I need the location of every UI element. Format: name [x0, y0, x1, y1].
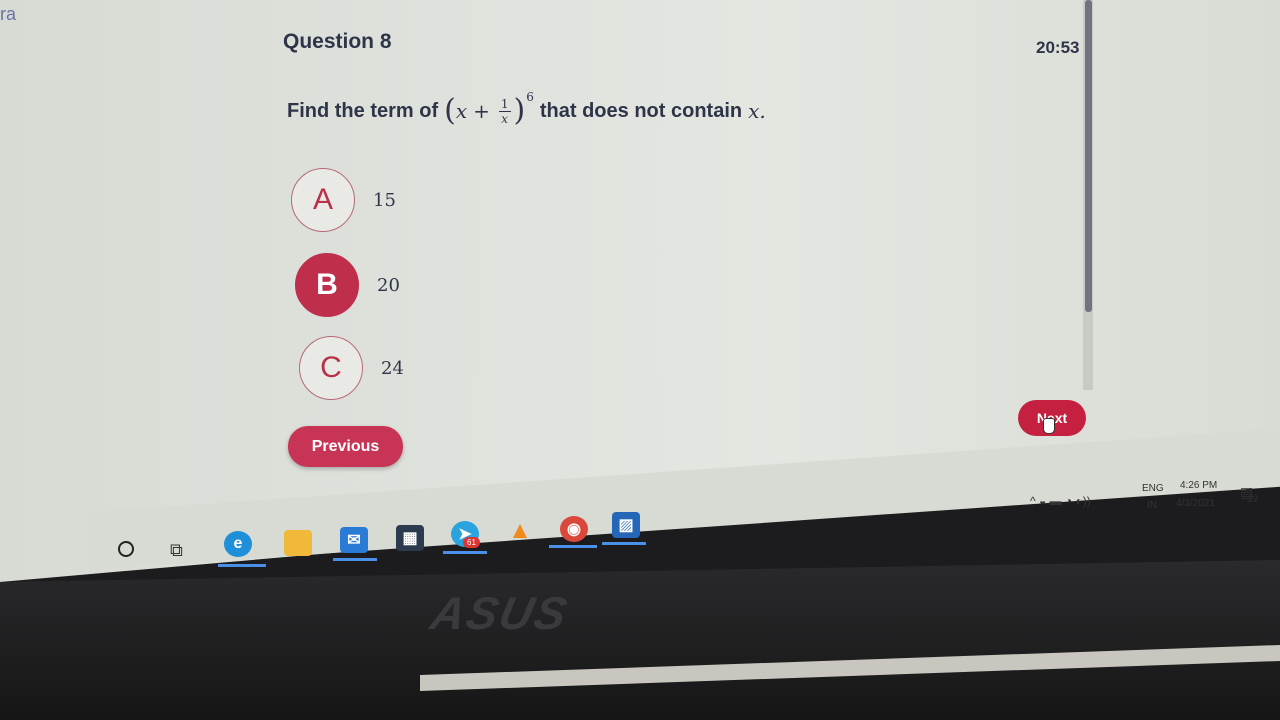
question-prefix: Find the term of	[287, 99, 439, 122]
question-variable: x.	[748, 99, 766, 123]
photos-active-indicator	[602, 542, 646, 545]
hand-cursor-icon	[1043, 418, 1055, 434]
file-explorer-icon[interactable]	[284, 530, 312, 556]
scrollbar-thumb[interactable]	[1085, 0, 1092, 312]
question-suffix: that does not contain	[539, 99, 743, 122]
mail-active-indicator	[333, 558, 377, 561]
question-text: Find the term of (x + 1x ) 6 that does not…	[287, 90, 766, 128]
tray-region[interactable]: IN	[1147, 500, 1157, 511]
option-b-value[interactable]: 20	[377, 275, 400, 296]
option-a[interactable]: A 15	[291, 168, 396, 232]
timer: 20:53	[1036, 38, 1080, 57]
store-icon[interactable]: ▦	[396, 525, 424, 551]
question-title: Question 8	[283, 30, 392, 53]
math-expression: (x + 1x ) 6	[444, 90, 534, 128]
tray-time[interactable]: 4:26 PM	[1180, 480, 1217, 491]
previous-button[interactable]: Previous	[288, 426, 403, 467]
fraction-numerator: 1	[498, 96, 511, 112]
vlc-icon[interactable]: ▲	[506, 517, 534, 544]
mail-icon[interactable]: ✉	[340, 527, 368, 553]
task-view-icon[interactable]: ⧉	[170, 540, 183, 561]
tray-date[interactable]: 4/3/2021	[1176, 498, 1215, 509]
option-a-value[interactable]: 15	[373, 190, 396, 211]
option-a-letter[interactable]: A	[291, 168, 355, 232]
telegram-active-indicator	[443, 551, 487, 554]
tray-icons[interactable]: ^ ◒ ▬ ◔ ◐))	[1030, 494, 1091, 508]
corner-text: ra	[0, 4, 17, 24]
photos-icon[interactable]: ▨	[612, 512, 640, 538]
tray-lang[interactable]: ENG	[1142, 483, 1164, 494]
edge-icon[interactable]: e	[224, 531, 252, 557]
option-c-letter[interactable]: C	[299, 336, 363, 400]
option-b-letter[interactable]: B	[295, 253, 359, 317]
fraction-denominator: x	[501, 111, 509, 126]
option-c[interactable]: C 24	[299, 336, 404, 400]
telegram-badge: 61	[463, 537, 480, 548]
chrome-active-indicator	[549, 545, 597, 548]
notification-count: 22	[1248, 494, 1259, 504]
search-icon[interactable]	[118, 541, 134, 557]
option-b[interactable]: B 20	[295, 253, 400, 317]
exponent: 6	[526, 90, 534, 104]
laptop-brand-logo: ASUS	[426, 587, 574, 639]
chrome-icon[interactable]: ◉	[560, 516, 588, 542]
edge-active-indicator	[218, 564, 266, 567]
laptop-bezel	[0, 560, 1280, 720]
option-c-value[interactable]: 24	[381, 358, 404, 379]
